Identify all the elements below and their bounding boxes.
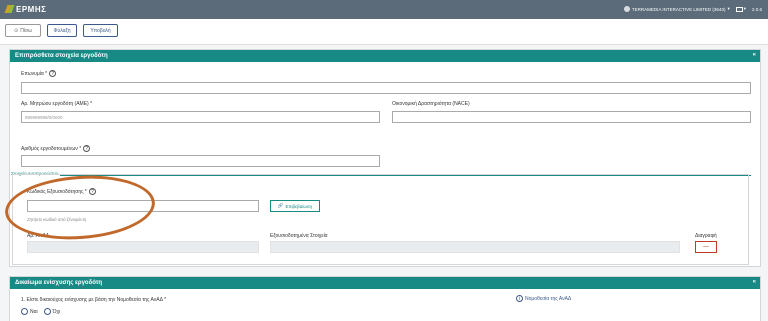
back-button[interactable]: ⊙ Πίσω	[5, 24, 41, 37]
panel-header: Δικαίωμα ενίσχυσης εργοδότη «	[10, 277, 760, 289]
col-authorized-label: Εξουσιοδοτημένα Στοιχεία	[270, 233, 328, 239]
top-navbar: ΕΡΜΗΣ TERRAMEDIA INTERACTIVE LIMITED (36…	[0, 0, 768, 19]
name-input[interactable]	[21, 82, 751, 94]
radio-no-label: Όχι	[52, 308, 61, 315]
submit-button[interactable]: Υποβολή	[83, 24, 118, 37]
employees-label: Αριθμός εργοδοτουμένων * ?	[21, 145, 91, 152]
employees-label-text: Αριθμός εργοδοτουμένων *	[21, 145, 82, 152]
collapse-icon[interactable]: «	[753, 279, 756, 285]
save-button[interactable]: Φύλαξη	[47, 24, 77, 37]
version-label: 2.0.6	[751, 6, 762, 12]
employer-reg-label: Αρ. Μητρώου εργοδότη (ΑΜΕ) *	[21, 101, 93, 107]
delete-button[interactable]: —	[695, 241, 717, 253]
eligibility-question: 1. Είστε δικαιούχος ενίσχυσης με βάση τη…	[21, 297, 167, 303]
radio-no[interactable]: Όχι	[43, 308, 61, 315]
app-logo[interactable]: ΕΡΜΗΣ	[6, 4, 46, 14]
panel-header: Επιπρόσθετα στοιχεία εργοδότη «	[10, 50, 760, 62]
back-label: Πίσω	[20, 27, 32, 34]
action-toolbar: ⊙ Πίσω Φύλαξη Υποβολή	[0, 19, 768, 45]
chevron-down-icon: ▾	[727, 6, 730, 11]
top-right-menu: TERRAMEDIA INTERACTIVE LIMITED (3640) ▾ …	[623, 6, 762, 12]
logo-icon	[6, 4, 14, 14]
company-selector[interactable]: TERRAMEDIA INTERACTIVE LIMITED (3640) ▾	[623, 6, 730, 12]
nace-label: Οικονομική Δραστηριότητα (NACE)	[392, 101, 470, 107]
name-label: Επωνυμία * ?	[21, 70, 57, 77]
authorized-readonly-field	[270, 241, 680, 253]
company-name: TERRAMEDIA INTERACTIVE LIMITED (3640)	[631, 6, 726, 12]
help-icon[interactable]: ?	[83, 145, 91, 152]
verify-button[interactable]: 🔗 Επιβεβαίωση	[270, 200, 320, 212]
employees-input[interactable]	[21, 155, 380, 167]
ata-readonly-field	[27, 241, 259, 253]
panel-title: Δικαίωμα ενίσχυσης εργοδότη	[15, 280, 103, 286]
help-icon[interactable]: ?	[49, 70, 57, 77]
link-icon: 🔗	[277, 203, 284, 208]
verify-label: Επιβεβαίωση	[285, 203, 313, 209]
legislation-link-text: Νομοθεσία της ΑνΑΔ	[525, 295, 572, 302]
user-icon	[623, 6, 630, 12]
chevron-down-icon: ▾	[743, 6, 746, 11]
radio-yes-label: Ναι	[30, 308, 38, 315]
radio-icon	[43, 308, 51, 315]
name-label-text: Επωνυμία *	[21, 70, 48, 77]
nace-input[interactable]	[392, 111, 751, 123]
back-icon: ⊙	[14, 27, 19, 34]
mail-button[interactable]: ▾	[735, 6, 746, 12]
panel-title: Επιπρόσθετα στοιχεία εργοδότη	[15, 53, 108, 59]
eligibility-options: Ναι Όχι	[21, 308, 60, 315]
legislation-link[interactable]: i Νομοθεσία της ΑνΑΔ	[516, 295, 571, 302]
radio-icon	[21, 308, 28, 315]
employer-reg-input[interactable]: 999999999/0/0000	[21, 111, 380, 123]
mail-icon	[735, 6, 743, 12]
collapse-icon[interactable]: «	[753, 52, 756, 58]
radio-yes[interactable]: Ναι	[21, 308, 38, 315]
info-icon: i	[516, 295, 523, 302]
col-delete-label: Διαγραφή	[695, 233, 717, 239]
logo-text: ΕΡΜΗΣ	[16, 4, 47, 14]
